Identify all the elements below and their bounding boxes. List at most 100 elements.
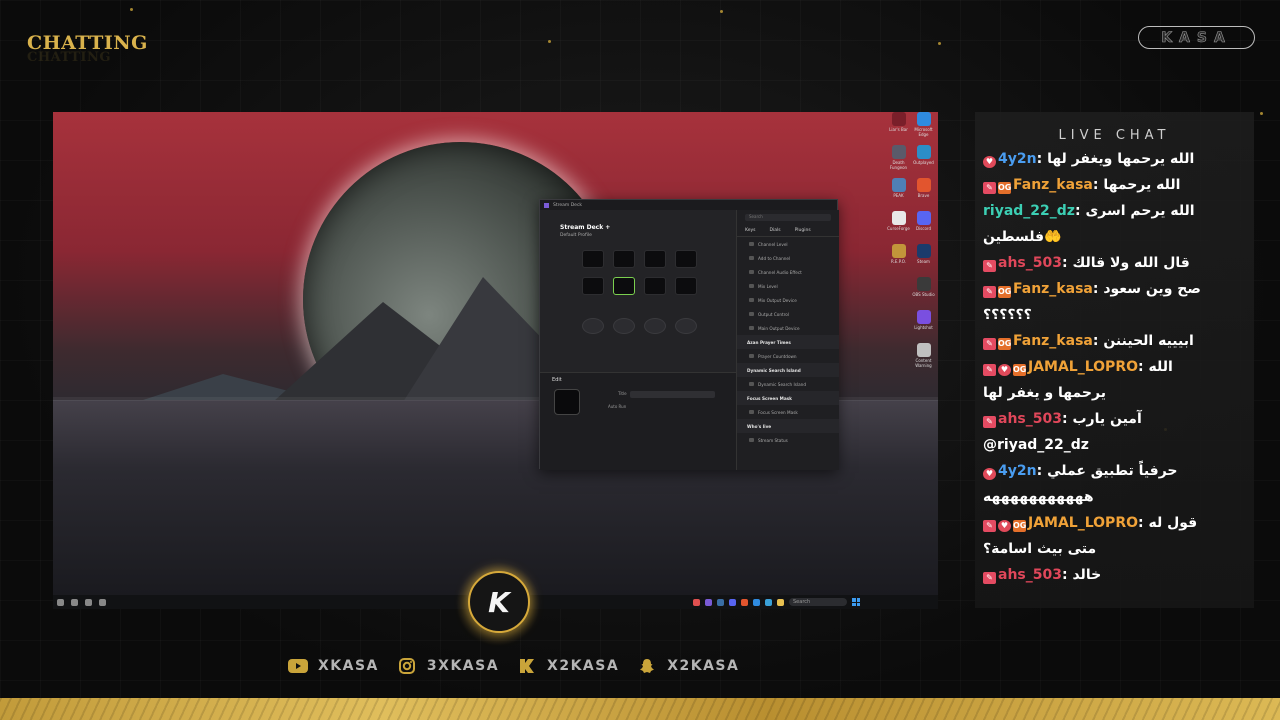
overlay-title-reflection: CHATTING	[27, 50, 111, 65]
deck-key[interactable]	[644, 250, 666, 268]
taskbar-app-icon[interactable]	[753, 598, 760, 606]
desktop-icon[interactable]: Content Warning	[911, 343, 936, 376]
tab-dials[interactable]: Dials	[770, 228, 781, 233]
heart-badge-icon: ♥	[998, 364, 1011, 376]
action-item[interactable]: Focus Screen Mask	[737, 405, 839, 419]
taskbar-app-icon[interactable]	[765, 598, 772, 606]
taskbar-app-icon[interactable]	[741, 598, 748, 606]
social-handle: 3XKASA	[426, 658, 500, 674]
desktop-icon[interactable]: Lightshot	[911, 310, 936, 343]
desktop-icon[interactable]: Liar's Bar	[886, 112, 911, 145]
chat-username[interactable]: 4y2n	[998, 151, 1037, 167]
action-category[interactable]: Focus Screen Mask	[737, 391, 839, 405]
tray-icon[interactable]	[71, 598, 78, 606]
action-item[interactable]: Dynamic Search Island	[737, 377, 839, 391]
action-item[interactable]: Stream Status	[737, 433, 839, 447]
gold-speck	[130, 8, 133, 11]
deck-key[interactable]	[582, 250, 604, 268]
chat-message: ✎ OG Fanz_kasa: صح وين سعود ؟؟؟؟؟؟	[983, 276, 1248, 328]
chat-text: قال الله ولا قالك	[1072, 255, 1190, 271]
snapchat-icon	[637, 657, 657, 675]
chat-username[interactable]: JAMAL_LOPRO	[1028, 359, 1138, 375]
tray-icon[interactable]	[57, 598, 64, 606]
social-youtube: XKASA	[288, 657, 379, 675]
taskbar-app-icon[interactable]	[777, 598, 784, 606]
action-item[interactable]: Output Control	[737, 307, 839, 321]
deck-key-selected[interactable]	[613, 277, 635, 295]
action-category[interactable]: Who's live	[737, 419, 839, 433]
device-selector[interactable]: Stream Deck +	[560, 224, 610, 231]
chat-messages: ♥ 4y2n: الله يرحمها ويغفر لها ✎ OG Fanz_kasa…	[983, 146, 1248, 588]
action-item[interactable]: Mix Level	[737, 279, 839, 293]
desktop-icon[interactable]	[886, 310, 911, 343]
deck-dial[interactable]	[613, 318, 635, 334]
action-item[interactable]: Channel Level	[737, 237, 839, 251]
window-titlebar[interactable]: Stream Deck	[540, 200, 837, 210]
actions-search-input[interactable]: Search	[745, 214, 831, 221]
chat-username[interactable]: ahs_503	[998, 567, 1062, 583]
chat-username[interactable]: Fanz_kasa	[1013, 281, 1093, 297]
taskbar-app-icon[interactable]	[717, 598, 724, 606]
desktop-icon[interactable]: Discord	[911, 211, 936, 244]
desktop-icon[interactable]: Steam	[911, 244, 936, 277]
profile-selector[interactable]: Default Profile	[560, 233, 592, 238]
auto-run-toggle[interactable]: Auto Run	[608, 404, 626, 409]
desktop-icon[interactable]: Death Fungeon	[886, 145, 911, 178]
desktop-icon[interactable]: R.E.P.O.	[886, 244, 911, 277]
deck-dial[interactable]	[582, 318, 604, 334]
deck-key[interactable]	[644, 277, 666, 295]
social-handle: X2KASA	[667, 658, 740, 674]
tray-icon[interactable]	[99, 598, 106, 606]
chat-username[interactable]: ahs_503	[998, 255, 1062, 271]
chat-username[interactable]: ahs_503	[998, 411, 1062, 427]
chat-username[interactable]: riyad_22_dz	[983, 203, 1075, 219]
tab-plugins[interactable]: Plugins	[795, 228, 811, 233]
moderator-badge-icon: ✎	[983, 416, 996, 428]
chat-message: ✎ ♥ OG JAMAL_LOPRO: قول له متى بيث اسامة؟	[983, 510, 1248, 562]
taskbar-app-icon[interactable]	[729, 598, 736, 606]
taskbar-search[interactable]: Search	[789, 598, 847, 606]
action-item[interactable]: Prayer Countdown	[737, 349, 839, 363]
desktop-icon[interactable]: Microsoft Edge	[911, 112, 936, 145]
deck-dial[interactable]	[675, 318, 697, 334]
deck-dial[interactable]	[644, 318, 666, 334]
actions-panel: Search Keys Dials Plugins Channel Level …	[736, 210, 839, 470]
stream-deck-window[interactable]: Stream Deck Stream Deck + Default Profil…	[539, 199, 839, 470]
action-item[interactable]: Main Output Device	[737, 321, 839, 335]
chat-username[interactable]: Fanz_kasa	[1013, 333, 1093, 349]
moderator-badge-icon: ✎	[983, 364, 996, 376]
tab-keys[interactable]: Keys	[745, 228, 756, 233]
desktop-icon[interactable]	[886, 343, 911, 376]
action-category[interactable]: Dynamic Search Island	[737, 363, 839, 377]
taskbar-app-icon[interactable]	[693, 598, 700, 606]
action-item[interactable]: Add to Channel	[737, 251, 839, 265]
chat-username[interactable]: JAMAL_LOPRO	[1028, 515, 1138, 531]
youtube-icon	[288, 657, 308, 675]
og-badge-icon: OG	[998, 338, 1012, 350]
chat-separator: :	[1138, 515, 1149, 531]
deck-key[interactable]	[613, 250, 635, 268]
desktop-icon[interactable]: OBS Studio	[911, 277, 936, 310]
taskbar-app-icon[interactable]	[705, 598, 712, 606]
windows-start-icon[interactable]	[852, 598, 860, 606]
action-category[interactable]: Azan Prayer Times	[737, 335, 839, 349]
action-item[interactable]: Channel Audio Effect	[737, 265, 839, 279]
action-item[interactable]: Mix Output Device	[737, 293, 839, 307]
desktop-icon[interactable]: Outplayed	[911, 145, 936, 178]
tray-icon[interactable]	[85, 598, 92, 606]
deck-key[interactable]	[675, 250, 697, 268]
desktop-icon[interactable]: Brave	[911, 178, 936, 211]
chat-username[interactable]: Fanz_kasa	[1013, 177, 1093, 193]
title-input[interactable]	[630, 391, 715, 398]
desktop-icon[interactable]	[886, 277, 911, 310]
desktop-icon[interactable]: PEAK	[886, 178, 911, 211]
deck-key[interactable]	[675, 277, 697, 295]
chat-message: ✎ OG Fanz_kasa: الله يرحمها	[983, 172, 1248, 198]
chat-text-continued: متى بيث اسامة؟	[983, 541, 1097, 557]
chat-username[interactable]: 4y2n	[998, 463, 1037, 479]
editor-key-preview[interactable]	[554, 389, 580, 415]
desktop-icon[interactable]: CurseForge	[886, 211, 911, 244]
deck-key[interactable]	[582, 277, 604, 295]
chat-separator: :	[1036, 151, 1048, 167]
chat-message: ✎ ahs_503: خالد	[983, 562, 1248, 588]
